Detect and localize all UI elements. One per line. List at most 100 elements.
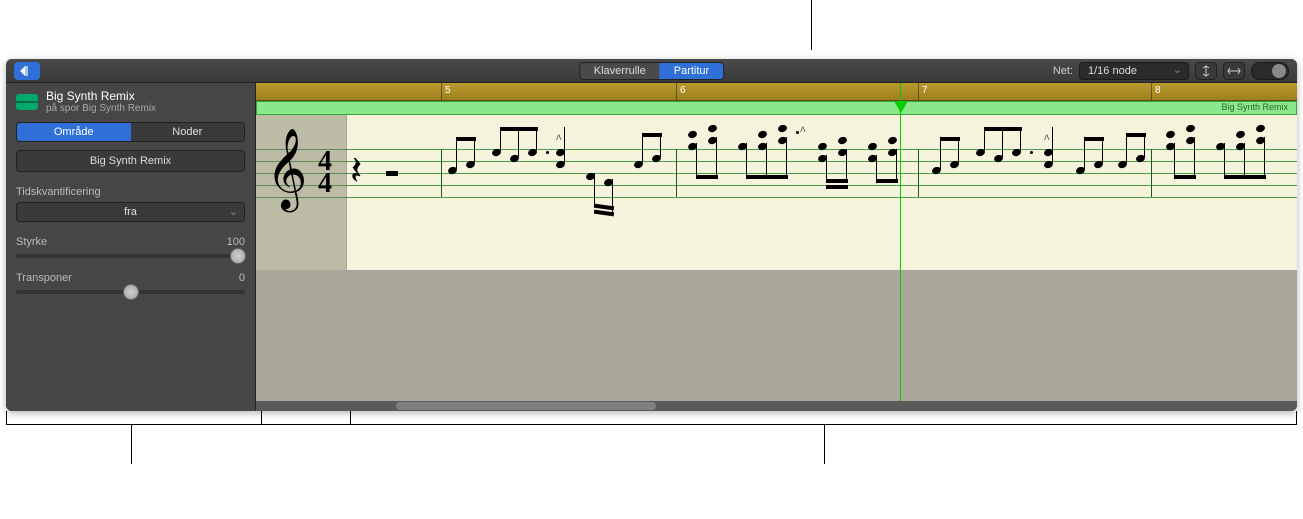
- beam: [1126, 133, 1146, 137]
- stem: [1126, 133, 1127, 163]
- region-subtitle: på spor Big Synth Remix: [46, 103, 156, 114]
- stem: [1002, 127, 1003, 157]
- callout-tick-right: [1296, 411, 1297, 424]
- region-name-select[interactable]: Big Synth Remix: [16, 150, 245, 172]
- stem: [940, 137, 941, 169]
- ruler-mark: 5: [441, 83, 451, 100]
- stem: [518, 127, 519, 157]
- beam: [826, 179, 848, 183]
- callout-drop-right: [824, 424, 825, 464]
- callout-tick-mid1: [261, 411, 262, 424]
- callout-drop-left: [131, 424, 132, 464]
- stem: [1224, 143, 1225, 177]
- midi-in-toggle[interactable]: [1251, 62, 1289, 80]
- catch-playhead-button[interactable]: [14, 62, 40, 80]
- bar-ruler[interactable]: 5 6 7 8: [256, 83, 1297, 101]
- tab-piano-roll[interactable]: Klaverrulle: [580, 63, 660, 79]
- treble-clef: 𝄞: [266, 135, 307, 205]
- transpose-group: Transponer 0: [16, 272, 245, 294]
- slider-thumb[interactable]: [123, 284, 139, 300]
- stem: [642, 133, 643, 163]
- tab-region-params[interactable]: Område: [17, 123, 131, 141]
- transpose-value: 0: [239, 272, 245, 284]
- playhead-marker-icon[interactable]: [894, 101, 908, 113]
- velocity-slider[interactable]: [16, 254, 245, 258]
- callout-line-top: [811, 0, 812, 50]
- stem: [766, 143, 767, 177]
- ruler-mark: 8: [1151, 83, 1161, 100]
- beam: [500, 127, 538, 131]
- time-signature: 44: [318, 151, 332, 195]
- view-mode-segmented: Klaverrulle Partitur: [579, 62, 724, 80]
- stem: [846, 149, 847, 181]
- beam: [1224, 175, 1266, 179]
- inspector-tab-segmented: Område Noder: [16, 122, 245, 142]
- time-quantize-select[interactable]: fra: [16, 202, 245, 222]
- dot: [796, 131, 799, 134]
- catch-icon: [20, 65, 34, 77]
- stem: [876, 155, 877, 181]
- callout-underline: [6, 424, 1297, 425]
- accent-mark: ^: [1044, 131, 1050, 146]
- inspector-panel: Big Synth Remix på spor Big Synth Remix …: [6, 83, 256, 411]
- stem: [716, 137, 717, 177]
- beam: [1174, 175, 1196, 179]
- zoom-vertical-icon: [1200, 65, 1212, 77]
- barline: [1151, 149, 1152, 197]
- ruler-mark: 7: [918, 83, 928, 100]
- beam: [1084, 137, 1104, 141]
- velocity-label: Styrke: [16, 236, 47, 248]
- playhead-line[interactable]: [900, 83, 901, 401]
- scrollbar-thumb[interactable]: [396, 402, 656, 410]
- stem: [746, 143, 747, 177]
- region-icon: [16, 94, 38, 110]
- zoom-horizontal-icon: [1227, 66, 1241, 76]
- beam: [456, 137, 476, 141]
- stem: [1194, 137, 1195, 177]
- score-display-area[interactable]: 5 6 7 8 Big Synth Remix: [256, 83, 1297, 411]
- region-header: Big Synth Remix på spor Big Synth Remix: [16, 89, 245, 114]
- time-quantize-group: Tidskvantificering fra: [16, 186, 245, 222]
- stem: [456, 137, 457, 169]
- stem: [1264, 137, 1265, 177]
- dot: [1030, 151, 1033, 154]
- velocity-group: Styrke 100: [16, 236, 245, 258]
- time-quantize-label: Tidskvantificering: [16, 186, 245, 198]
- quarter-rest-icon: 𝄽: [350, 147, 362, 194]
- beam: [876, 179, 898, 183]
- stem: [896, 149, 897, 181]
- stem: [696, 143, 697, 177]
- region-title: Big Synth Remix: [46, 89, 156, 103]
- velocity-value: 100: [227, 236, 245, 248]
- accent-mark: ^: [800, 123, 806, 138]
- horizontal-scrollbar[interactable]: [256, 401, 1297, 411]
- right-toolbar-group: Net: 1/16 node: [1053, 62, 1289, 80]
- stem: [564, 127, 565, 163]
- transpose-slider[interactable]: [16, 290, 245, 294]
- grid-resolution-select[interactable]: 1/16 node: [1079, 62, 1189, 80]
- score-editor-window: Klaverrulle Partitur Net: 1/16 node: [6, 59, 1297, 411]
- vertical-zoom-button[interactable]: [1195, 62, 1217, 80]
- tab-score[interactable]: Partitur: [660, 63, 723, 79]
- stem: [786, 137, 787, 177]
- barline: [918, 149, 919, 197]
- region-bar[interactable]: Big Synth Remix: [256, 101, 1297, 115]
- half-rest-icon: [386, 171, 398, 176]
- below-staff-area: [256, 270, 1297, 401]
- beam: [940, 137, 960, 141]
- beam: [826, 185, 848, 189]
- stem: [1174, 143, 1175, 177]
- tab-note-params[interactable]: Noder: [131, 123, 245, 141]
- barline: [441, 149, 442, 197]
- barline: [676, 149, 677, 197]
- horizontal-zoom-button[interactable]: [1223, 62, 1245, 80]
- beam: [642, 133, 662, 137]
- slider-thumb[interactable]: [230, 248, 246, 264]
- stem: [1084, 137, 1085, 169]
- transpose-label: Transponer: [16, 272, 72, 284]
- beam: [746, 175, 788, 179]
- region-bar-label: Big Synth Remix: [1221, 102, 1288, 112]
- callout-tick-left: [6, 411, 7, 424]
- beam: [984, 127, 1022, 131]
- stem: [1244, 143, 1245, 177]
